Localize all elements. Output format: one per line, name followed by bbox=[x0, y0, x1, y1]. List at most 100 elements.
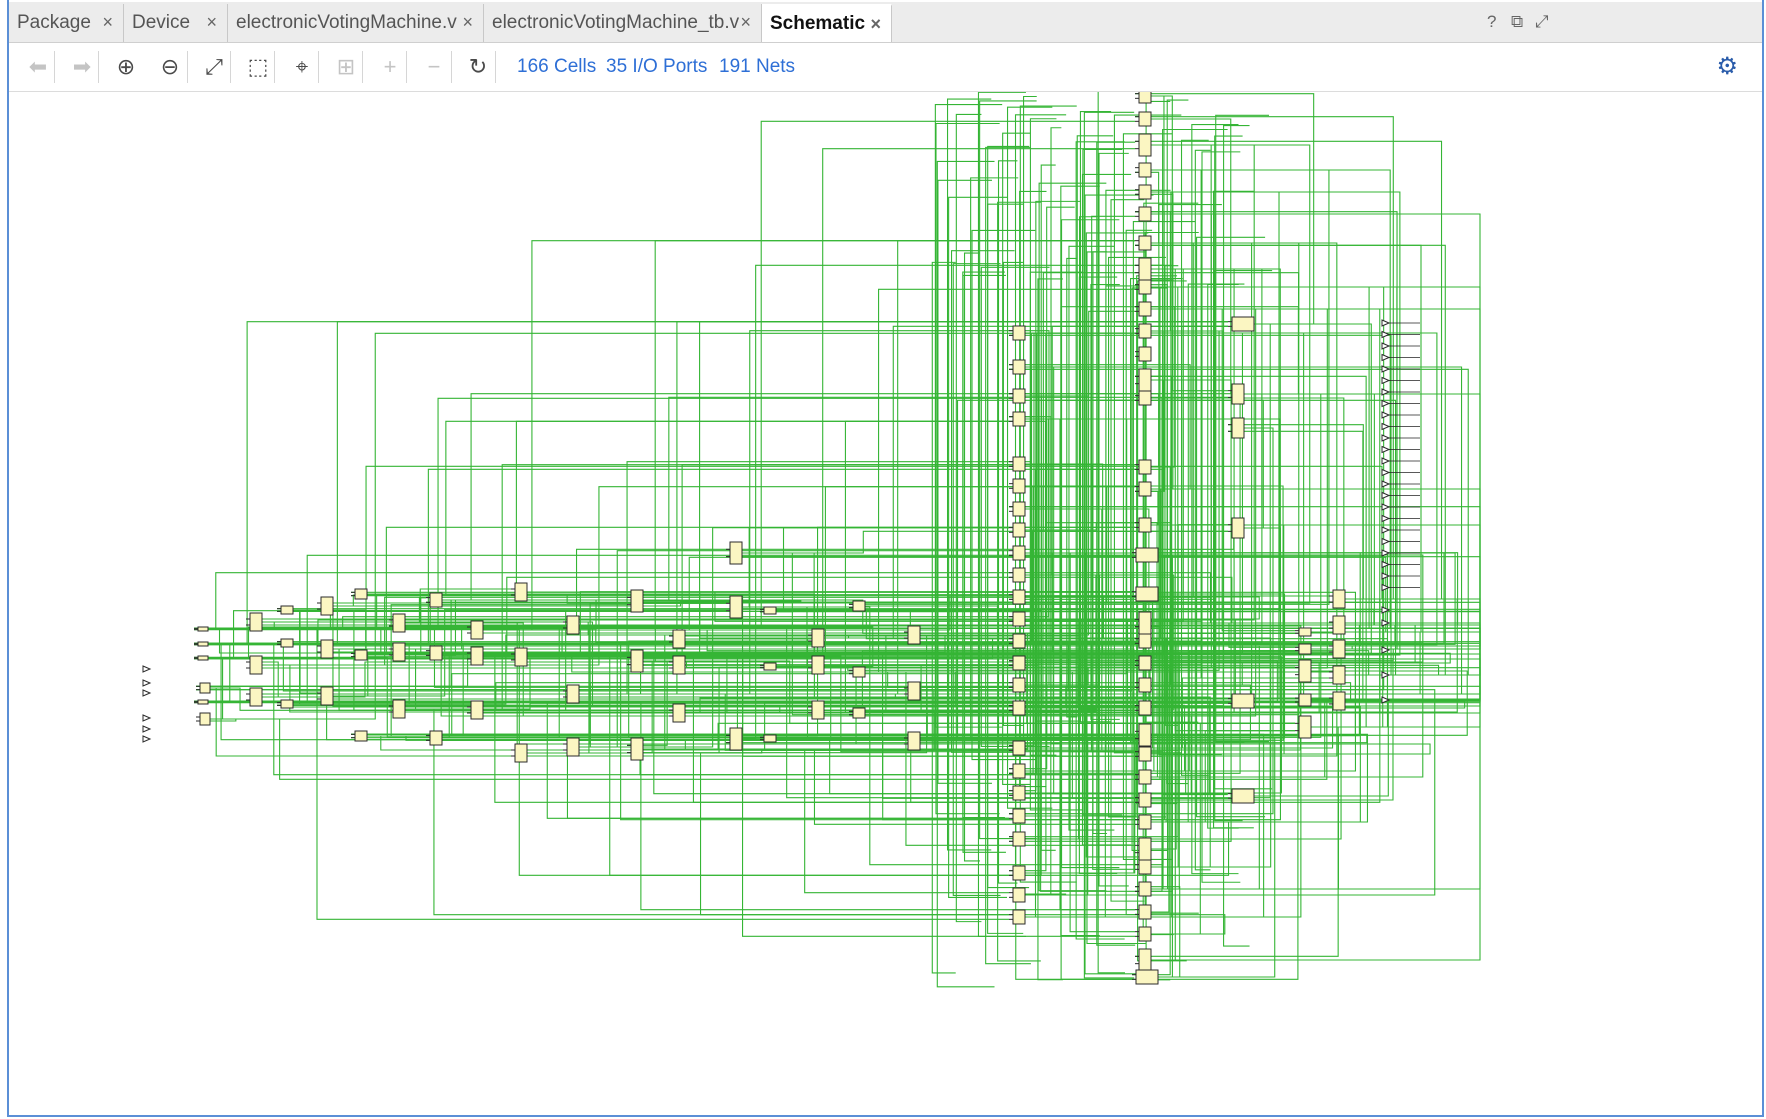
cell-instance[interactable] bbox=[1138, 92, 1152, 104]
net-wire[interactable] bbox=[389, 191, 1401, 656]
output-port[interactable] bbox=[1381, 434, 1391, 442]
refresh-icon[interactable]: ↻ bbox=[461, 51, 495, 83]
cell-instance[interactable] bbox=[672, 703, 686, 723]
net-wire[interactable] bbox=[643, 748, 1009, 894]
cell-instance[interactable] bbox=[1135, 586, 1159, 602]
io-ports-count-link[interactable]: 35 I/O Ports bbox=[606, 56, 707, 78]
cell-instance[interactable] bbox=[1012, 633, 1026, 649]
cell-instance[interactable] bbox=[1138, 633, 1152, 649]
net-wire[interactable] bbox=[865, 605, 1135, 620]
net-wire[interactable] bbox=[277, 418, 1281, 612]
net-wire[interactable] bbox=[483, 240, 1135, 631]
net-wire[interactable] bbox=[317, 213, 1481, 647]
output-port[interactable] bbox=[1381, 330, 1391, 339]
net-wire[interactable] bbox=[1135, 93, 1315, 325]
cell-instance[interactable] bbox=[1138, 133, 1152, 157]
cell-instance[interactable] bbox=[1332, 615, 1346, 635]
cell-instance[interactable] bbox=[1012, 887, 1026, 903]
cell-instance[interactable] bbox=[1138, 948, 1152, 972]
close-icon[interactable]: × bbox=[870, 14, 881, 35]
net-wire[interactable] bbox=[208, 610, 726, 659]
cell-instance[interactable] bbox=[1012, 677, 1026, 693]
cell-instance[interactable] bbox=[1012, 700, 1026, 716]
net-wire[interactable] bbox=[1009, 379, 1232, 842]
net-wire[interactable] bbox=[1009, 914, 1226, 935]
cell-instance[interactable] bbox=[470, 620, 484, 640]
cell-instance[interactable] bbox=[852, 600, 866, 612]
cell-instance[interactable] bbox=[1012, 478, 1026, 494]
maximize-window-icon[interactable]: ⤢ bbox=[1535, 12, 1549, 32]
close-icon[interactable]: × bbox=[462, 12, 473, 33]
cell-instance[interactable] bbox=[1012, 785, 1026, 801]
cell-instance[interactable] bbox=[1138, 837, 1152, 861]
cell-instance[interactable] bbox=[852, 666, 866, 678]
cell-instance[interactable] bbox=[566, 615, 580, 635]
net-wire[interactable] bbox=[1009, 118, 1232, 395]
cell-instance[interactable] bbox=[1138, 700, 1152, 716]
cell-instance[interactable] bbox=[1138, 184, 1152, 200]
net-wire[interactable] bbox=[246, 393, 1375, 626]
net-wire[interactable] bbox=[669, 715, 1192, 794]
output-port[interactable] bbox=[1381, 480, 1391, 488]
cell-instance[interactable] bbox=[429, 645, 443, 661]
net-wire[interactable] bbox=[962, 274, 1006, 853]
cell-instance[interactable] bbox=[1298, 659, 1312, 683]
output-port[interactable] bbox=[1381, 468, 1391, 477]
cell-instance[interactable] bbox=[1012, 522, 1026, 538]
cell-instance[interactable] bbox=[763, 734, 777, 743]
tab-package[interactable]: Package × bbox=[9, 4, 124, 42]
cell-instance[interactable] bbox=[1231, 788, 1255, 804]
cell-instance[interactable] bbox=[392, 699, 406, 719]
cell-instance[interactable] bbox=[672, 655, 686, 675]
cell-instance[interactable] bbox=[1012, 740, 1026, 756]
cell-instance[interactable] bbox=[1135, 969, 1159, 985]
input-port[interactable] bbox=[142, 665, 152, 673]
cell-instance[interactable] bbox=[1332, 589, 1346, 609]
cell-instance[interactable] bbox=[1012, 388, 1026, 404]
output-port[interactable] bbox=[1381, 353, 1391, 362]
cell-instance[interactable] bbox=[672, 629, 686, 649]
cell-instance[interactable] bbox=[1138, 881, 1152, 897]
restore-window-icon[interactable]: ⧉ bbox=[1511, 12, 1523, 32]
cell-instance[interactable] bbox=[1138, 814, 1152, 830]
schematic-canvas[interactable] bbox=[9, 92, 1762, 1114]
cell-instance[interactable] bbox=[280, 605, 294, 615]
cell-instance[interactable] bbox=[1138, 926, 1152, 942]
cell-instance[interactable] bbox=[1138, 206, 1152, 222]
cell-instance[interactable] bbox=[763, 606, 777, 615]
zoom-fit-icon[interactable]: ⤢ bbox=[197, 51, 231, 83]
cell-instance[interactable] bbox=[470, 700, 484, 720]
cell-instance[interactable] bbox=[1298, 715, 1312, 739]
cell-instance[interactable] bbox=[630, 649, 644, 673]
cell-instance[interactable] bbox=[1138, 655, 1152, 671]
output-port[interactable] bbox=[1381, 342, 1391, 350]
cell-instance[interactable] bbox=[1231, 316, 1255, 332]
cell-instance[interactable] bbox=[1012, 831, 1026, 847]
cell-instance[interactable] bbox=[392, 613, 406, 633]
cell-instance[interactable] bbox=[852, 707, 866, 719]
cell-instance[interactable] bbox=[1138, 792, 1152, 808]
cell-instance[interactable] bbox=[729, 727, 743, 751]
output-port[interactable] bbox=[1381, 526, 1391, 534]
tab-electronic-voting-machine-v[interactable]: electronicVotingMachine.v × bbox=[228, 4, 484, 42]
cell-instance[interactable] bbox=[1012, 456, 1026, 472]
close-icon[interactable]: × bbox=[206, 12, 217, 33]
cell-instance[interactable] bbox=[1332, 665, 1346, 685]
cell-instance[interactable] bbox=[1332, 691, 1346, 711]
forward-arrow-icon[interactable]: ➡ bbox=[65, 51, 99, 83]
cell-instance[interactable] bbox=[1138, 746, 1152, 762]
cell-instance[interactable] bbox=[907, 625, 921, 645]
schematic-diagram[interactable] bbox=[9, 92, 1762, 1114]
tab-device[interactable]: Device × bbox=[124, 4, 228, 42]
net-wire[interactable] bbox=[1135, 116, 1394, 600]
input-port[interactable] bbox=[142, 689, 152, 697]
cell-instance[interactable] bbox=[514, 582, 528, 602]
cell-instance[interactable] bbox=[280, 699, 294, 709]
cell-instance[interactable] bbox=[1012, 589, 1026, 605]
cell-instance[interactable] bbox=[1138, 481, 1152, 497]
input-port[interactable] bbox=[142, 735, 152, 743]
cell-instance[interactable] bbox=[1231, 383, 1245, 405]
net-wire[interactable] bbox=[527, 752, 1009, 916]
nets-count-link[interactable]: 191 Nets bbox=[719, 56, 795, 78]
add-icon[interactable]: + bbox=[373, 51, 407, 83]
